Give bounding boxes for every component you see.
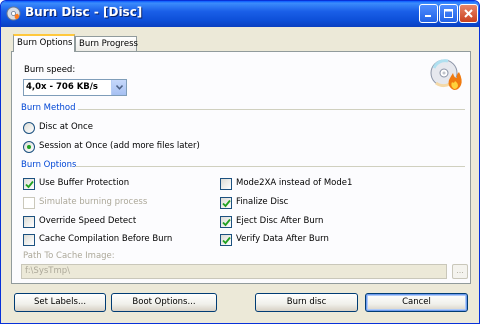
cache-path-input[interactable]: f:\SysTmp\	[21, 264, 447, 279]
cache-path-label: Path To Cache Image:	[23, 251, 115, 261]
burn-options-group-title: Burn Options	[21, 160, 77, 170]
tab-burn-options[interactable]: Burn Options	[13, 34, 75, 52]
checkbox-label: Mode2XA instead of Mode1	[236, 178, 353, 188]
checkbox[interactable]	[220, 197, 232, 209]
radio-label: Disc at Once	[39, 122, 93, 132]
maximize-button[interactable]	[439, 4, 458, 23]
radio-button[interactable]	[23, 122, 35, 134]
cancel-button[interactable]: Cancel	[365, 293, 468, 312]
close-icon	[464, 9, 473, 18]
cd-flame-icon	[428, 56, 464, 92]
maximize-icon	[444, 9, 453, 18]
minimize-button[interactable]	[419, 4, 438, 23]
checkbox-label: Eject Disc After Burn	[236, 216, 324, 226]
checkbox[interactable]	[220, 216, 232, 228]
tab-label: Burn Options	[17, 38, 73, 48]
burn-disc-button[interactable]: Burn disc	[255, 293, 358, 312]
checkbox[interactable]	[220, 178, 232, 190]
burn-disc-window: Burn Disc - [Disc] Burn Options Burn Pro…	[0, 0, 480, 324]
checkbox[interactable]	[23, 197, 35, 209]
browse-button[interactable]: ...	[452, 264, 468, 279]
radio-button[interactable]	[23, 141, 35, 153]
radio-label: Session at Once (add more files later)	[39, 141, 200, 151]
burn-speed-select[interactable]: 4,0x - 706 KB/s	[23, 79, 127, 96]
burn-disc-app-icon	[6, 6, 21, 21]
checkbox-label: Use Buffer Protection	[39, 178, 130, 188]
close-button[interactable]	[459, 4, 478, 23]
window-title: Burn Disc - [Disc]	[25, 5, 143, 19]
tab-label: Burn Progress	[79, 39, 138, 49]
burn-speed-label: Burn speed:	[24, 65, 76, 75]
checkbox[interactable]	[23, 178, 35, 190]
group-divider	[78, 109, 465, 110]
checkbox[interactable]	[23, 216, 35, 228]
set-labels-button[interactable]: Set Labels...	[14, 293, 106, 312]
burn-speed-value: 4,0x - 706 KB/s	[26, 82, 98, 92]
chevron-down-icon[interactable]	[111, 80, 126, 95]
checkbox-label: Simulate burning process	[39, 197, 148, 207]
tab-control: Burn Options Burn Progress Burn speed: 4…	[11, 34, 471, 284]
checkbox-label: Verify Data After Burn	[236, 234, 329, 244]
cache-path-value: f:\SysTmp\	[25, 266, 71, 276]
checkbox[interactable]	[23, 234, 35, 246]
group-divider	[75, 166, 465, 167]
boot-options-button[interactable]: Boot Options...	[111, 293, 217, 312]
checkbox[interactable]	[220, 234, 232, 246]
tab-burn-progress[interactable]: Burn Progress	[75, 36, 138, 51]
checkbox-label: Cache Compilation Before Burn	[39, 234, 173, 244]
checkbox-label: Override Speed Detect	[39, 216, 137, 226]
title-bar[interactable]: Burn Disc - [Disc]	[1, 1, 479, 27]
minimize-icon	[425, 15, 431, 17]
checkbox-label: Finalize Disc	[236, 197, 289, 207]
burn-method-group-title: Burn Method	[21, 103, 76, 113]
